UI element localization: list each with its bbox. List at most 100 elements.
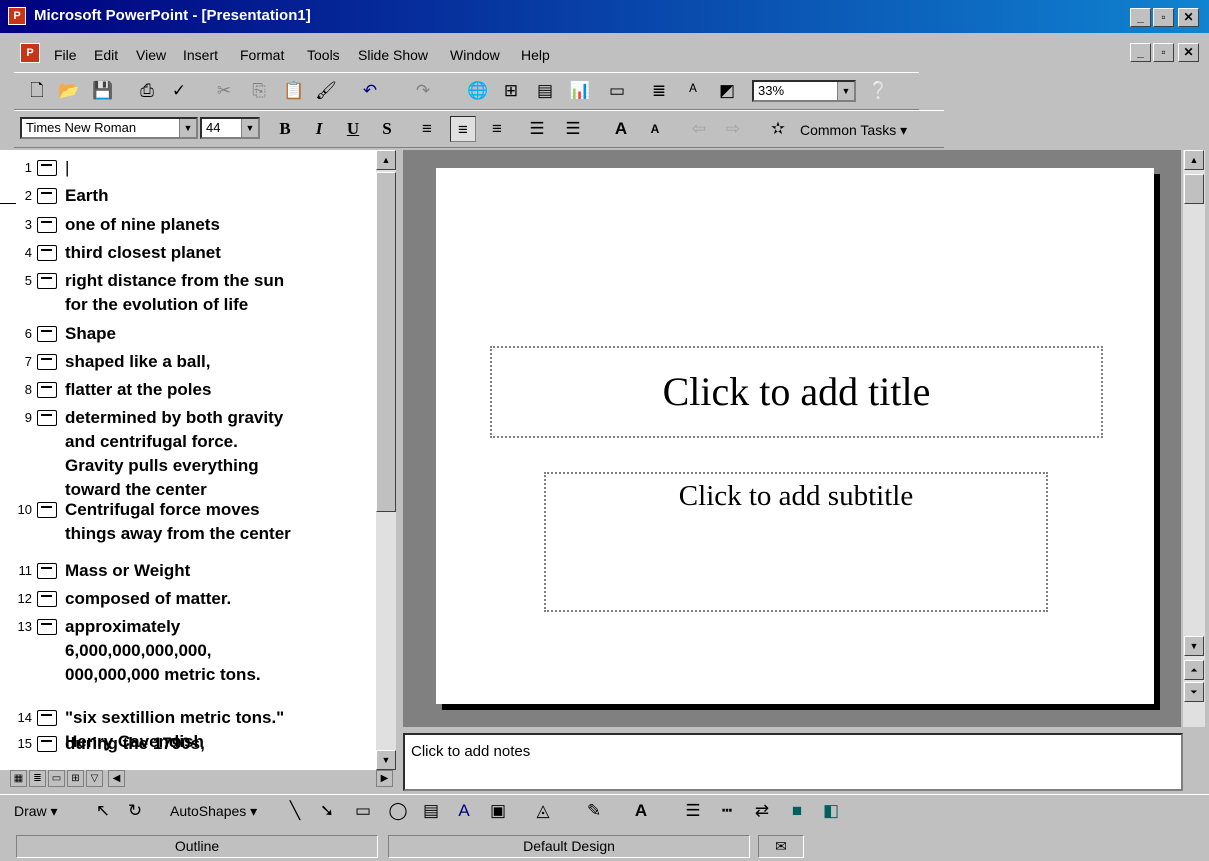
previous-slide-icon[interactable]: ⏶ — [1184, 660, 1204, 680]
slide-icon[interactable] — [37, 591, 57, 607]
arrow-icon[interactable]: ➘ — [314, 798, 340, 824]
spelling-status-icon[interactable]: ✉ — [758, 835, 804, 858]
slide-show-view-icon[interactable]: ▽ — [86, 770, 103, 787]
menu-insert[interactable]: Insert — [183, 47, 218, 63]
rectangle-icon[interactable]: ▭ — [350, 798, 376, 824]
scroll-right-icon[interactable]: ▶ — [376, 770, 393, 787]
outline-scrollbar[interactable]: ▲ ▼ — [376, 150, 396, 770]
italic-button[interactable]: I — [306, 116, 332, 142]
new-slide-icon[interactable]: ▭ — [604, 78, 630, 104]
tables-borders-icon[interactable]: ⊞ — [498, 78, 524, 104]
open-icon[interactable]: 📂 — [56, 78, 82, 104]
outline-text[interactable]: | — [65, 156, 69, 180]
menu-view[interactable]: View — [136, 47, 166, 63]
font-color-icon[interactable]: A — [628, 798, 654, 824]
slide[interactable]: Click to add title Click to add subtitle — [436, 168, 1154, 704]
slide-icon[interactable] — [37, 245, 57, 261]
slide-scroll-up-icon[interactable]: ▲ — [1184, 150, 1204, 170]
oval-icon[interactable]: ◯ — [385, 798, 411, 824]
line-icon[interactable]: ╲ — [282, 798, 308, 824]
menu-tools[interactable]: Tools — [307, 47, 340, 63]
demote-icon[interactable]: ⇨ — [720, 116, 746, 142]
slide-icon[interactable] — [37, 502, 57, 518]
dash-style-icon[interactable]: ┅ — [714, 798, 740, 824]
fill-color-icon[interactable]: ◬ — [530, 798, 556, 824]
menu-format[interactable]: Format — [240, 47, 284, 63]
menu-slide-show[interactable]: Slide Show — [358, 47, 428, 63]
paste-icon[interactable]: 📋 — [281, 78, 307, 104]
slide-icon[interactable] — [37, 160, 57, 176]
scroll-thumb[interactable] — [376, 172, 396, 512]
clip-art-icon[interactable]: ▣ — [485, 798, 511, 824]
free-rotate-icon[interactable]: ↻ — [122, 798, 148, 824]
font-size-dropdown-icon[interactable]: ▼ — [241, 119, 258, 137]
outline-text[interactable]: flatter at the poles — [65, 378, 211, 402]
notes-pane[interactable]: Click to add notes — [403, 733, 1183, 791]
slide-icon[interactable] — [37, 736, 57, 752]
copy-icon[interactable]: ⎘ — [246, 78, 272, 104]
slide-icon[interactable] — [37, 354, 57, 370]
shadow-button[interactable]: S — [374, 116, 400, 142]
minimize-button[interactable]: _ — [1130, 8, 1151, 27]
outline-text[interactable]: composed of matter. — [65, 587, 231, 611]
select-objects-icon[interactable]: ↖ — [90, 798, 116, 824]
slide-scrollbar[interactable]: ▲ ▼ ⏶ ⏷ — [1183, 150, 1205, 727]
insert-hyperlink-icon[interactable]: 🌐 — [465, 78, 491, 104]
slide-sorter-view-icon[interactable]: ⊞ — [67, 770, 84, 787]
outline-pane[interactable]: 1 | 2 Earth 3 one of nine planets 4 third close… — [0, 150, 376, 770]
slide-icon[interactable] — [37, 273, 57, 289]
underline-button[interactable]: U — [340, 116, 366, 142]
3d-icon[interactable]: ◧ — [818, 798, 844, 824]
subtitle-placeholder[interactable]: Click to add subtitle — [544, 472, 1048, 612]
slide-icon[interactable] — [37, 382, 57, 398]
insert-table-icon[interactable]: ▤ — [532, 78, 558, 104]
cut-icon[interactable]: ✂ — [211, 78, 237, 104]
common-tasks-icon[interactable]: ✫ — [765, 116, 791, 142]
insert-chart-icon[interactable]: 📊 — [567, 78, 593, 104]
undo-icon[interactable]: ↶ — [357, 78, 383, 104]
zoom-dropdown-icon[interactable]: ▼ — [837, 82, 854, 100]
normal-view-icon[interactable]: ▦ — [10, 770, 27, 787]
draw-menu-button[interactable]: Draw ▾ — [14, 803, 58, 820]
new-icon[interactable]: 🗋 — [24, 78, 50, 104]
format-painter-icon[interactable]: 🖌 — [313, 78, 339, 104]
slide-icon[interactable] — [37, 710, 57, 726]
slide-icon[interactable] — [37, 410, 57, 426]
save-icon[interactable]: 💾 — [90, 78, 116, 104]
title-placeholder[interactable]: Click to add title — [490, 346, 1103, 438]
slide-icon[interactable] — [37, 188, 57, 204]
promote-icon[interactable]: ⇦ — [686, 116, 712, 142]
close-button[interactable]: ✕ — [1178, 8, 1199, 27]
align-left-icon[interactable]: ≡ — [414, 116, 440, 142]
line-style-icon[interactable]: ☰ — [680, 798, 706, 824]
doc-restore-button[interactable]: ▫ — [1153, 43, 1174, 62]
slide-icon[interactable] — [37, 619, 57, 635]
menu-edit[interactable]: Edit — [94, 47, 118, 63]
expand-all-icon[interactable]: ≣ — [646, 78, 672, 104]
decrease-font-size-icon[interactable]: A — [642, 116, 668, 142]
scroll-down-icon[interactable]: ▼ — [376, 750, 396, 770]
slide-icon[interactable] — [37, 563, 57, 579]
slide-icon[interactable] — [37, 217, 57, 233]
doc-close-button[interactable]: ✕ — [1178, 43, 1199, 62]
doc-minimize-button[interactable]: _ — [1130, 43, 1151, 62]
document-icon[interactable]: P — [20, 43, 40, 63]
outline-text[interactable]: right distance from the sun for the evol… — [65, 269, 284, 317]
text-box-icon[interactable]: ▤ — [418, 798, 444, 824]
redo-icon[interactable]: ↷ — [410, 78, 436, 104]
bold-button[interactable]: B — [272, 116, 298, 142]
next-slide-icon[interactable]: ⏷ — [1184, 682, 1204, 702]
show-formatting-icon[interactable]: ᴬ — [680, 78, 706, 104]
autoshapes-menu-button[interactable]: AutoShapes ▾ — [170, 803, 257, 820]
outline-text[interactable]: Mass or Weight — [65, 559, 190, 583]
slide-scroll-down-icon[interactable]: ▼ — [1184, 636, 1204, 656]
outline-text[interactable]: determined by both gravity and centrifug… — [65, 406, 283, 502]
font-size-combo[interactable]: 44 ▼ — [200, 117, 260, 139]
outline-text[interactable]: Shape — [65, 322, 116, 346]
shadow-icon[interactable]: ■ — [784, 798, 810, 824]
outline-text[interactable]: Earth — [65, 184, 108, 208]
outline-text[interactable]: one of nine planets — [65, 213, 220, 237]
font-dropdown-icon[interactable]: ▼ — [179, 119, 196, 137]
line-color-icon[interactable]: ✎ — [581, 798, 607, 824]
menu-file[interactable]: File — [54, 47, 77, 63]
